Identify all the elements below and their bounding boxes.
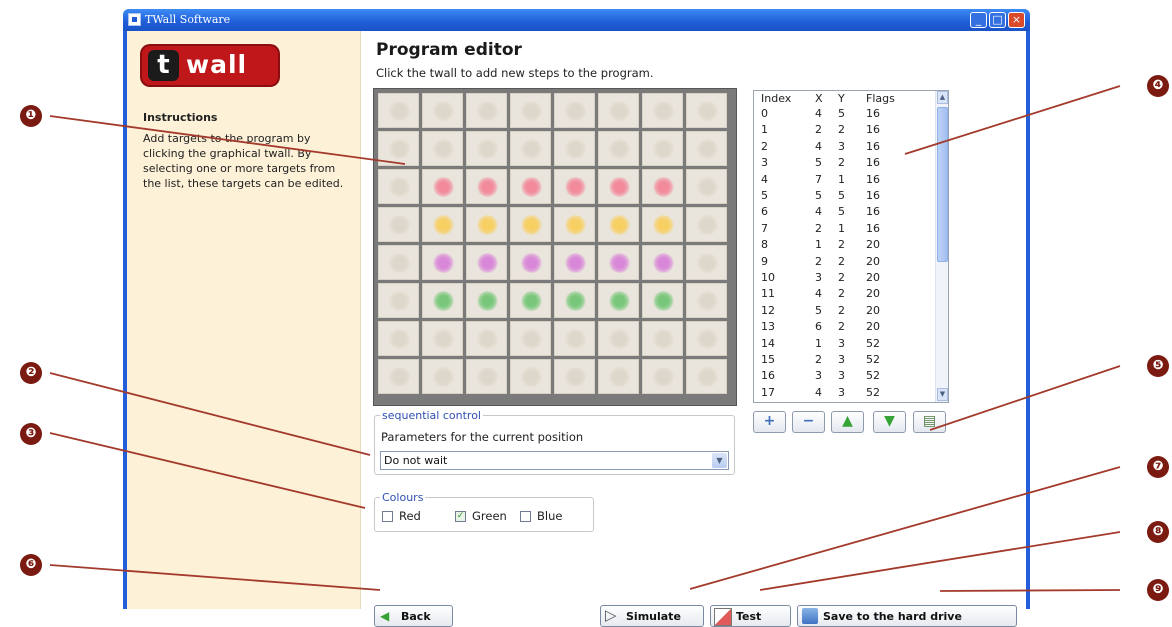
callout-9: ❾ [1147,579,1169,601]
callout-lines [49,85,1121,592]
callout-7: ❼ [1147,456,1169,478]
callout-4: ❹ [1147,75,1169,97]
callout-3: ❸ [20,423,42,445]
callout-6: ❻ [20,554,42,576]
callout-8: ❽ [1147,521,1169,543]
callout-5: ❺ [1147,355,1169,377]
callout-1: ❶ [20,105,42,127]
callout-2: ❷ [20,362,42,384]
